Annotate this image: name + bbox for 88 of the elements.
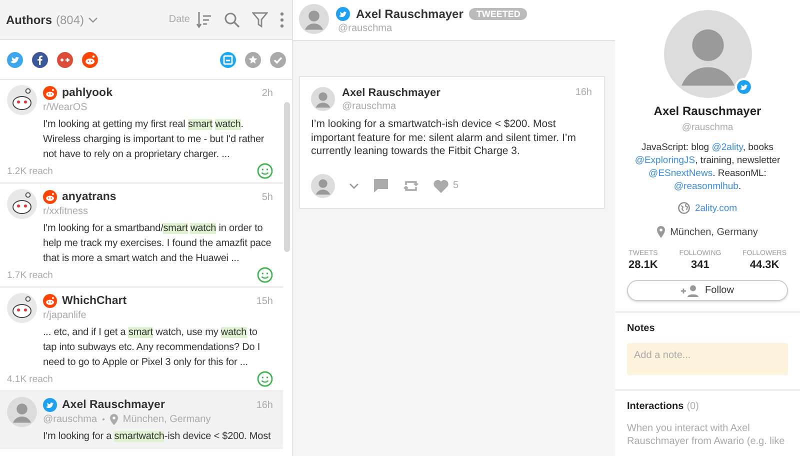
sort-label[interactable]: Date xyxy=(168,14,190,25)
add-person-icon xyxy=(681,284,700,296)
twitter-icon xyxy=(43,398,57,412)
author-name: Axel Rauschmayer xyxy=(342,87,440,99)
post-time: 16h xyxy=(256,400,273,410)
twitter-icon xyxy=(336,6,350,20)
author-name: pahlyook xyxy=(62,87,112,99)
section-title: Interactions xyxy=(627,401,684,412)
profile-name: Axel Rauschmayer xyxy=(654,104,762,118)
post-text: I'm looking for a smartband/smart watch in order to help me track my exercises. I found the amazfit pace that is more a smart watch and the Huawei ... xyxy=(43,222,272,266)
sort-icon[interactable] xyxy=(196,10,212,28)
mention-link[interactable]: @2ality xyxy=(712,142,743,153)
reddit-icon xyxy=(43,294,57,308)
mention-card[interactable]: Axel Rauschmayer 16h @rauschma • München, Germany I'm looking for a smartwatch-ish device < $200. Most xyxy=(0,392,283,449)
source-label: r/WearOS xyxy=(43,102,88,113)
chevron-down-icon[interactable] xyxy=(349,182,359,188)
author-handle: @rauschma xyxy=(338,22,394,34)
tweeted-badge: TWEETED xyxy=(469,8,528,20)
source-label: @rauschma xyxy=(43,414,98,425)
account-avatar-icon xyxy=(311,174,335,198)
reddit-icon xyxy=(43,86,57,100)
globe-icon xyxy=(678,202,690,214)
facebook-filter-icon[interactable] xyxy=(32,52,48,68)
twitter-badge-icon xyxy=(734,78,752,96)
profile-handle: @rauschma xyxy=(682,122,734,133)
follow-button[interactable]: Follow xyxy=(627,280,788,301)
interactions-text: When you interact with Axel Rauschmayer from Awario (e.g. like xyxy=(627,422,786,448)
post-text: I'm looking at getting my first real smart watch. Wireless charging is important to me - but I'd rather not have to rely on a proprietary charger. ... xyxy=(43,118,266,162)
stat-value: 341 xyxy=(691,259,710,271)
author-handle: @rauschma xyxy=(342,101,398,112)
author-name: anyatrans xyxy=(62,191,116,203)
like-count: 5 xyxy=(453,180,459,191)
retweet-icon[interactable] xyxy=(403,178,419,192)
author-name: WhichChart xyxy=(62,295,127,307)
mention-link[interactable]: @ESnextNews xyxy=(648,168,713,179)
avatar-icon xyxy=(7,397,37,427)
author-avatar-icon xyxy=(299,4,329,34)
tweet-text: I’m looking for a smartwatch-ish device < $200. Most important feature for me: silent alarm and silent timer. I’m currently leaning towards the Fitbit Charge 3. xyxy=(311,118,577,158)
stat-value: 28.1K xyxy=(628,259,658,271)
scrollbar-thumb[interactable] xyxy=(284,102,290,252)
post-time: 5h xyxy=(262,192,273,202)
post-text: I'm looking for a smartwatch-ish device < $200. Most xyxy=(43,430,272,444)
more-icon[interactable] xyxy=(280,12,284,28)
stat-value: 44.3K xyxy=(750,259,780,271)
list-title: Authors xyxy=(6,12,52,26)
reddit-avatar-icon xyxy=(7,189,37,219)
heart-icon[interactable] xyxy=(433,178,449,192)
pin-icon xyxy=(110,414,118,425)
source-label: r/xxfitness xyxy=(43,206,88,217)
mention-card[interactable]: anyatrans 5h r/xxfitness I'm looking for a smartband/smart watch in order to help me track my exercises. I found the amazfit pace that is more a smart watch and the Huawei ... 1.7K reach xyxy=(0,184,283,288)
section-title: Notes xyxy=(627,323,656,334)
author-name: Axel Rauschmayer xyxy=(62,399,165,411)
location-label: München, Germany xyxy=(670,226,758,238)
post-time: 15h xyxy=(256,296,273,306)
website-link[interactable]: 2ality.com xyxy=(694,202,738,214)
comment-icon[interactable] xyxy=(373,178,389,193)
post-time: 16h xyxy=(575,87,592,98)
filter-icon[interactable] xyxy=(252,12,268,28)
reach-label: 1.7K reach xyxy=(7,270,53,280)
author-name: Axel Rauschmayer xyxy=(356,6,464,20)
profile-bio: JavaScript: blog @2ality, books @ExploringJS, training, newsletter @ESnextNews. ReasonML: @reasonmlhub. xyxy=(634,141,782,193)
author-count: (804) xyxy=(56,12,84,26)
reddit-icon xyxy=(43,190,57,204)
inbox-filter-icon[interactable] xyxy=(220,52,236,68)
pin-icon xyxy=(657,226,666,238)
star-filter-icon[interactable] xyxy=(245,52,261,68)
profile-avatar-icon xyxy=(664,10,752,98)
reach-label: 1.2K reach xyxy=(7,166,53,176)
mention-link[interactable]: @reasonmlhub xyxy=(674,181,738,192)
twitter-filter-icon[interactable] xyxy=(7,52,23,68)
location-label: München, Germany xyxy=(122,414,211,425)
search-icon[interactable] xyxy=(224,12,240,28)
mention-link[interactable]: @ExploringJS xyxy=(634,155,696,166)
reddit-filter-icon[interactable] xyxy=(82,52,98,68)
separator-dot: • xyxy=(102,415,105,424)
source-label: r/japanlife xyxy=(43,310,86,321)
author-avatar-icon xyxy=(311,87,335,111)
reddit-avatar-icon xyxy=(7,293,37,323)
reach-label: 4.1K reach xyxy=(7,374,53,384)
google-plus-filter-icon[interactable] xyxy=(57,52,73,68)
post-text: ... etc, and if I get a smart watch, use my watch to tap into subways etc. Any recommendations? Do I need to go to Apple or Pixel 3 only for this for ... xyxy=(43,326,262,370)
mention-card[interactable]: pahlyook 2h r/WearOS I'm looking at getting my first real smart watch. Wireless charging is important to me - but I'd rather not have to rely on a proprietary charger. ... 1.2K reach xyxy=(0,80,283,184)
interaction-count: (0) xyxy=(686,401,699,412)
post-time: 2h xyxy=(262,88,273,98)
chevron-down-icon[interactable] xyxy=(88,16,98,22)
reddit-avatar-icon xyxy=(7,85,37,115)
check-filter-icon[interactable] xyxy=(270,52,286,68)
note-field[interactable]: Add a note... xyxy=(627,343,788,375)
